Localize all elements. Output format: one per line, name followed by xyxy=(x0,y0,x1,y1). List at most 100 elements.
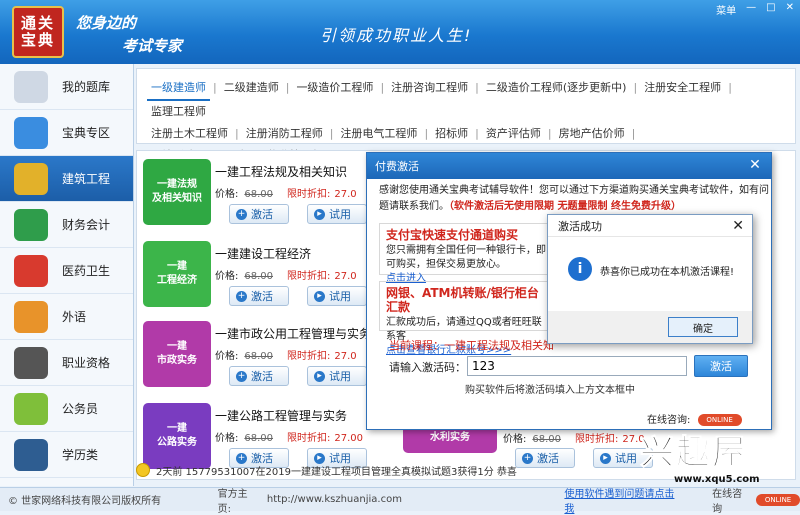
maximize-icon[interactable]: □ xyxy=(766,2,775,17)
course-card-image[interactable]: 一建 工程经济 xyxy=(143,241,211,307)
card-line-2: 水利实务 xyxy=(430,432,470,443)
tab-separator: | xyxy=(285,81,290,94)
bank-box: 网银、ATM机转账/银行柜台汇款 汇款成功后，请通过QQ或者旺旺联系客 点击查看… xyxy=(379,281,555,356)
sidebar-item-7[interactable]: 公务员 xyxy=(0,386,133,432)
sidebar-item-3[interactable]: 财务会计 xyxy=(0,202,133,248)
help-link[interactable]: 使用软件遇到问题请点击我 xyxy=(564,485,684,515)
tab-8[interactable]: 注册消防工程师 xyxy=(242,123,327,145)
sidebar-item-5[interactable]: 外语 xyxy=(0,294,133,340)
tab-separator: | xyxy=(329,127,334,140)
sidebar-item-1[interactable]: 宝典专区 xyxy=(0,110,133,156)
course-title[interactable]: 一建建设工程经济 xyxy=(215,245,311,262)
sidebar-item-6[interactable]: 职业资格 xyxy=(0,340,133,386)
tab-separator: | xyxy=(380,81,385,94)
tab-11[interactable]: 资产评估师 xyxy=(482,123,545,145)
activation-success-dialog: 激活成功 ✕ i 恭喜你已成功在本机激活课程! 确定 xyxy=(547,214,753,344)
slogan-line-2: 考试专家 xyxy=(122,37,183,55)
tab-4[interactable]: 二级造价工程师(逐步更新中) xyxy=(482,77,631,99)
abc-icon xyxy=(14,300,48,333)
logo-text: 通关宝典 xyxy=(20,14,55,49)
price-label: 价格: xyxy=(215,271,239,282)
news-ticker: 2天前 15779531007在2019一建建设工程项目管理全真模拟试题3获得1… xyxy=(136,461,656,479)
tab-separator: | xyxy=(547,127,552,140)
activate-course-button[interactable]: + 激活 xyxy=(229,286,289,306)
card-line-2: 工程经济 xyxy=(157,275,197,286)
tab-separator: | xyxy=(424,127,429,140)
success-dialog-footer: 确定 xyxy=(548,311,752,343)
close-icon[interactable]: ✕ xyxy=(732,218,744,234)
card-line-2: 公路实务 xyxy=(157,437,197,448)
course-price-row: 价格: 68.00 限时折扣: 27.0 xyxy=(215,185,357,200)
play-icon: ▸ xyxy=(314,208,325,220)
tab-separator: | xyxy=(213,81,217,94)
card-line-1: 一建 xyxy=(167,261,187,272)
tab-separator: | xyxy=(235,127,239,140)
original-price: 68.00 xyxy=(244,189,274,200)
sidebar-item-2[interactable]: 建筑工程 xyxy=(0,156,133,202)
course-title[interactable]: 一建公路工程管理与实务 xyxy=(215,407,347,424)
activation-code-input[interactable] xyxy=(467,356,687,376)
medical-cross-icon xyxy=(14,254,48,287)
tab-1[interactable]: 二级建造师 xyxy=(220,77,283,99)
trial-course-button[interactable]: ▸ 试用 xyxy=(307,204,367,224)
discount-label: 限时折扣: xyxy=(287,271,331,282)
activate-course-button[interactable]: + 激活 xyxy=(229,204,289,224)
plus-icon: + xyxy=(236,290,247,302)
tab-3[interactable]: 注册咨询工程师 xyxy=(387,77,472,99)
tab-7[interactable]: 注册土木工程师 xyxy=(147,123,232,145)
smile-icon xyxy=(136,463,150,477)
close-icon[interactable]: ✕ xyxy=(747,157,763,173)
course-price-row: 价格: 68.00 限时折扣: 27.00 xyxy=(215,429,363,444)
sidebar-item-label: 建筑工程 xyxy=(62,172,111,186)
copyright-text: © 世家网络科技有限公司版权所有 xyxy=(8,496,162,507)
minimize-icon[interactable]: — xyxy=(746,2,756,17)
activate-course-button[interactable]: + 激活 xyxy=(229,366,289,386)
course-price-row: 价格: 68.00 限时折扣: 27.0 xyxy=(503,430,645,445)
sidebar-item-8[interactable]: 学历类 xyxy=(0,432,133,478)
discount-label: 限时折扣: xyxy=(575,434,619,445)
tab-6[interactable]: 监理工程师 xyxy=(147,101,210,123)
discount-price: 27.0 xyxy=(334,351,357,362)
sidebar-item-0[interactable]: 我的题库 xyxy=(0,64,133,110)
discount-price: 27.0 xyxy=(334,189,357,200)
activate-button[interactable]: 激活 xyxy=(694,355,748,377)
tab-9[interactable]: 注册电气工程师 xyxy=(336,123,421,145)
course-card-image[interactable]: 一建 公路实务 xyxy=(143,403,211,469)
homepage-label: 官方主页: xyxy=(217,488,248,515)
plus-icon: + xyxy=(236,208,247,220)
success-message: 恭喜你已成功在本机激活课程! xyxy=(600,267,735,278)
tab-0[interactable]: 一级建造师 xyxy=(147,77,210,101)
price-label: 价格: xyxy=(215,433,239,444)
tab-2[interactable]: 一级造价工程师 xyxy=(292,77,377,99)
ok-button[interactable]: 确定 xyxy=(668,317,738,337)
tab-10[interactable]: 招标师 xyxy=(431,123,472,145)
pay-intro-highlight: （软件激活后无使用限期 无题量限制 终生免费升级） xyxy=(449,201,681,212)
pay-online-consult: 在线咨询: ONLINE xyxy=(647,411,742,426)
course-card-image[interactable]: 一建法规 及相关知识 xyxy=(143,159,211,225)
sidebar-item-4[interactable]: 医药卫生 xyxy=(0,248,133,294)
play-icon: ▸ xyxy=(314,370,325,382)
course-card-image[interactable]: 一建 市政实务 xyxy=(143,321,211,387)
tab-separator: | xyxy=(631,127,636,140)
course-title[interactable]: 一建市政公用工程管理与实务 xyxy=(215,325,371,342)
trial-label: 试用 xyxy=(329,290,351,303)
tab-separator: | xyxy=(728,81,732,94)
close-icon[interactable]: ✕ xyxy=(786,2,794,17)
qq-online-icon[interactable]: ONLINE xyxy=(756,493,800,506)
menu-button[interactable]: 菜单 xyxy=(716,2,736,17)
watermark-title: 兴趣屋 xyxy=(640,433,748,474)
homepage-link[interactable]: http://www.kszhuanjia.com xyxy=(267,494,497,505)
tab-12[interactable]: 房地产估价师 xyxy=(555,123,629,145)
card-line-1: 一建 xyxy=(167,341,187,352)
trial-course-button[interactable]: ▸ 试用 xyxy=(307,366,367,386)
watermark: 兴趣屋 www.xqu5.com xyxy=(640,425,800,486)
books-icon xyxy=(14,346,48,379)
course-title[interactable]: 一建工程法规及相关知识 xyxy=(215,163,347,180)
sidebar-item-label: 我的题库 xyxy=(62,80,111,94)
trial-course-button[interactable]: ▸ 试用 xyxy=(307,286,367,306)
current-course: 当前课程：一建工程法规及相关知 xyxy=(389,339,554,352)
trial-label: 试用 xyxy=(329,370,351,383)
course-price-row: 价格: 68.00 限时折扣: 27.0 xyxy=(215,347,357,362)
tab-5[interactable]: 注册安全工程师 xyxy=(640,77,725,99)
pen-icon xyxy=(14,70,48,103)
